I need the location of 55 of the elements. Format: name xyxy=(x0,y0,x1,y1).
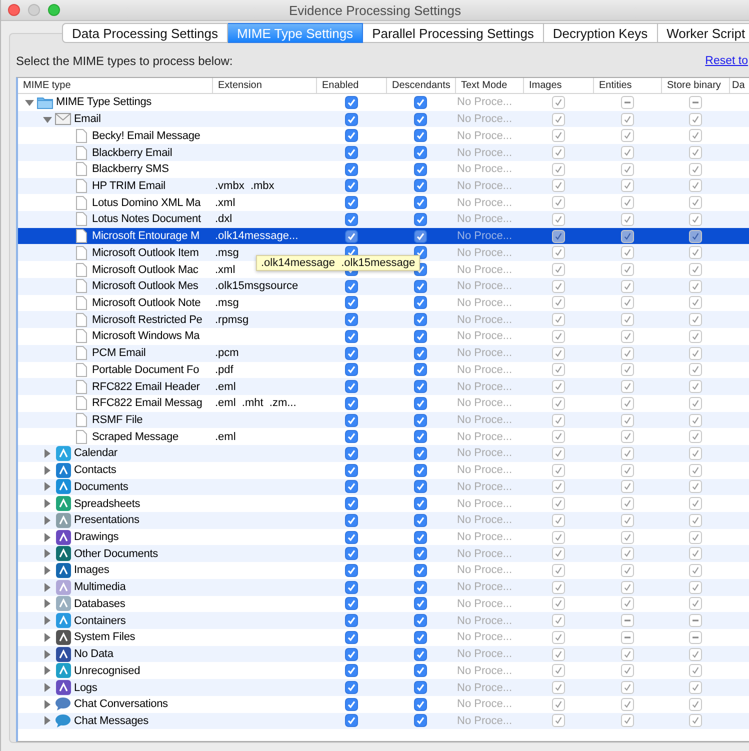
extension-text: .xml xyxy=(215,264,236,276)
extension-text: .rpmsg xyxy=(215,314,249,326)
mime-type-name: Microsoft Restricted Pe xyxy=(92,314,202,326)
mime-type-name: Microsoft Outlook Item xyxy=(92,246,199,259)
mime-type-name: Spreadsheets xyxy=(74,498,140,510)
mime-type-name: Documents xyxy=(74,480,128,493)
mime-type-name: Images xyxy=(74,564,110,576)
mime-type-name: RFC822 Email Messag xyxy=(92,397,202,410)
mime-type-name: Logs xyxy=(74,682,98,694)
extension-text: .pdf xyxy=(215,364,234,376)
extension-text: .eml .mht .zm... xyxy=(215,397,296,410)
extension-text: .xml xyxy=(215,196,236,209)
mime-type-name: Email xyxy=(74,113,101,126)
mime-type-name: Drawings xyxy=(74,531,119,544)
mime-type-name: Blackberry SMS xyxy=(92,163,169,176)
extension-text: .msg xyxy=(215,246,239,259)
mime-type-name: Lotus Notes Document xyxy=(92,213,201,226)
instruction-text: Select the MIME types to process below: xyxy=(16,54,233,68)
mime-type-name: MIME Type Settings xyxy=(56,96,152,108)
mime-type-name: Microsoft Outlook Mac xyxy=(92,264,198,276)
extension-text: .olk14message... xyxy=(215,230,298,242)
mime-type-name: Other Documents xyxy=(74,548,158,560)
mime-type-name: Containers xyxy=(74,614,126,627)
mime-type-name: Scraped Message xyxy=(92,430,178,443)
mime-type-name: Microsoft Outlook Note xyxy=(92,296,201,309)
mime-type-name: Databases xyxy=(74,598,126,610)
mime-type-name: RSMF File xyxy=(92,414,143,426)
extension-text: .eml xyxy=(215,430,236,443)
extension-text: .eml xyxy=(215,380,236,393)
extension-text: .vmbx .mbx xyxy=(215,180,274,192)
extension-text: .olk15msgsource xyxy=(215,280,298,292)
mime-type-name: HP TRIM Email xyxy=(92,180,166,192)
mime-type-name: Lotus Domino XML Ma xyxy=(92,196,201,209)
extension-text: .pcm xyxy=(215,347,239,360)
mime-type-name: No Data xyxy=(74,648,114,660)
mime-type-name: PCM Email xyxy=(92,347,146,360)
mime-type-name: Presentations xyxy=(74,514,140,526)
mime-type-name: Contacts xyxy=(74,464,116,476)
mime-type-name: Becky! Email Message xyxy=(92,130,200,142)
mime-type-name: Microsoft Outlook Mes xyxy=(92,280,198,292)
mime-type-name: Portable Document Fo xyxy=(92,364,200,376)
extension-text: .dxl xyxy=(215,213,232,226)
mime-type-name: Calendar xyxy=(74,447,118,460)
window-title: Evidence Processing Settings xyxy=(288,2,462,18)
mime-type-name: Unrecognised xyxy=(74,664,140,677)
tooltip: .olk14message .olk15message xyxy=(256,255,420,272)
mime-type-name: Microsoft Windows Ma xyxy=(92,330,200,342)
mime-type-name: Multimedia xyxy=(74,581,126,594)
mime-type-name: Chat Conversations xyxy=(74,698,168,710)
mime-type-name: Microsoft Entourage M xyxy=(92,230,200,242)
mime-type-name: System Files xyxy=(74,631,136,644)
mime-type-name: Blackberry Email xyxy=(92,146,172,159)
mime-type-name: Chat Messages xyxy=(74,714,148,727)
extension-text: .msg xyxy=(215,296,239,309)
mime-type-name: RFC822 Email Header xyxy=(92,380,200,393)
